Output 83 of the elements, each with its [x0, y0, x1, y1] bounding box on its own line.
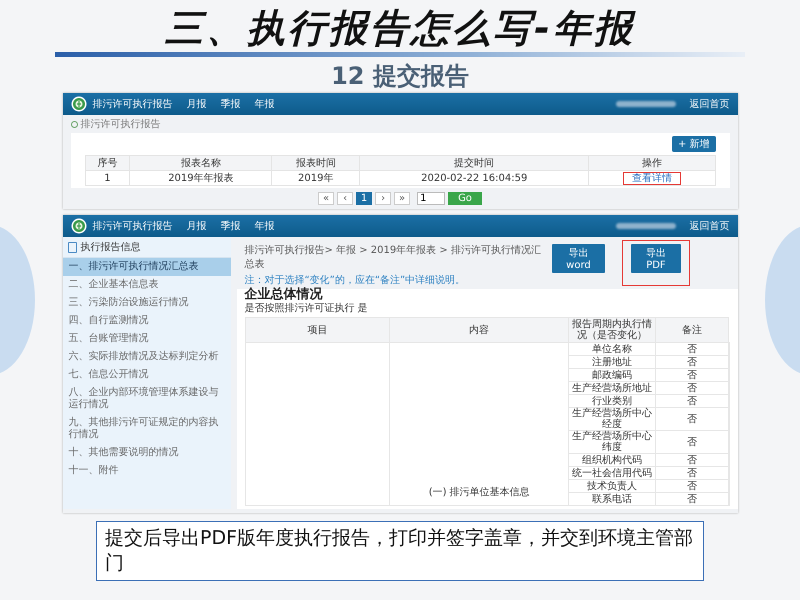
table-cell: 否 — [656, 430, 728, 454]
table-cell: 否 — [656, 394, 728, 408]
table-cell: 2020-02-22 16:04:59 — [360, 170, 589, 186]
page-input[interactable]: 1 — [417, 192, 446, 205]
home-link[interactable]: 返回首页 — [690, 97, 730, 111]
column-header: 备注 — [656, 318, 728, 342]
redacted-username — [616, 101, 676, 107]
page-button[interactable]: › — [375, 192, 392, 205]
sidebar-item[interactable]: 九、其他排污许可证规定的内容执行情况 — [62, 414, 230, 444]
table-cell: 单位名称 — [568, 342, 656, 356]
table-cell: 否 — [656, 466, 728, 480]
nav-link[interactable]: 月报 — [186, 219, 206, 233]
table-cell: 2019年年报表 — [130, 170, 272, 186]
caption-box: 提交后导出PDF版年度执行报告，打印并签字盖章，并交到环境主管部门 — [96, 521, 704, 581]
table-cell: 否 — [656, 382, 728, 394]
sidebar-item[interactable]: 八、企业内部环境管理体系建设与运行情况 — [62, 384, 230, 414]
sidebar-item[interactable]: 十一、附件 — [62, 462, 230, 480]
table-cell: 2019年 — [272, 170, 360, 186]
table-cell: (一) 排污单位基本信息 — [390, 342, 569, 506]
nav-link[interactable]: 月报 — [186, 97, 206, 111]
nav-link[interactable]: 季报 — [220, 97, 240, 111]
export-button[interactable]: 导出PDF — [631, 244, 680, 273]
app-title: 排污许可执行报告 — [92, 220, 172, 233]
page-button[interactable]: 1 — [356, 192, 372, 205]
column-header: 操作 — [588, 156, 715, 170]
column-header: 报表时间 — [272, 156, 360, 170]
sidebar-header: 执行报告信息 — [80, 240, 140, 254]
column-header: 内容 — [390, 318, 569, 342]
sidebar-item[interactable]: 十、其他需要说明的情况 — [62, 444, 230, 462]
sidebar-item[interactable]: 三、污染防治设施运行情况 — [62, 294, 230, 312]
table-cell: 否 — [656, 356, 728, 368]
sidebar-item[interactable]: 七、信息公开情况 — [62, 366, 230, 384]
column-header: 提交时间 — [360, 156, 589, 170]
table-cell: 否 — [656, 480, 728, 492]
breadcrumb: 排污许可执行报告 — [80, 118, 160, 131]
question-text: 是否按照排污许可证执行 是 — [244, 303, 369, 315]
sidebar-item[interactable]: 五、台账管理情况 — [62, 330, 230, 348]
table-cell: 注册地址 — [568, 356, 656, 368]
table-cell: 生产经营场所中心纬度 — [568, 430, 656, 454]
table-cell: 生产经营场所地址 — [568, 382, 656, 394]
table-cell: 1 — [85, 170, 130, 186]
page-button[interactable]: ‹ — [337, 192, 354, 205]
nav-link[interactable]: 季报 — [220, 219, 240, 233]
emblem-icon — [70, 218, 86, 234]
emblem-icon — [70, 96, 86, 112]
go-button[interactable]: Go — [448, 192, 482, 205]
table-cell: 统一社会信用代码 — [568, 466, 656, 480]
column-header: 项目 — [245, 318, 390, 342]
sidebar-item[interactable]: 六、实际排放情况及达标判定分析 — [62, 348, 230, 366]
column-header: 序号 — [85, 156, 130, 170]
column-header: 报表名称 — [130, 156, 272, 170]
sidebar-item[interactable]: 一、排污许可执行情况汇总表 — [62, 258, 230, 276]
column-header: 报告周期内执行情况（是否变化） — [568, 318, 656, 342]
table-cell: 否 — [656, 454, 728, 466]
page-button[interactable]: » — [394, 192, 410, 205]
table-cell: 技术负责人 — [568, 480, 656, 492]
table-cell: 否 — [656, 408, 728, 430]
details-link[interactable]: 查看详情 — [622, 172, 681, 185]
table-cell: 行业类别 — [568, 394, 656, 408]
sidebar-item[interactable]: 二、企业基本信息表 — [62, 276, 230, 294]
nav-link[interactable]: 年报 — [254, 97, 274, 111]
section-title: 企业总体情况 — [244, 287, 324, 302]
table-cell: 否 — [656, 368, 728, 382]
home-link[interactable]: 返回首页 — [690, 219, 730, 233]
table-cell: 否 — [656, 492, 728, 506]
table-cell: 邮政编码 — [568, 368, 656, 382]
slide-title: 三、执行报告怎么写-年报 — [165, 5, 635, 52]
note-text: 注：对于选择“变化”的，应在“备注”中详细说明。 — [244, 275, 466, 287]
app-title: 排污许可执行报告 — [92, 98, 172, 111]
nav-link[interactable]: 年报 — [254, 219, 274, 233]
redacted-username — [616, 223, 676, 229]
add-button[interactable]: + 新增 — [672, 136, 716, 152]
table-cell: 联系电话 — [568, 492, 656, 506]
sidebar-item[interactable]: 四、自行监测情况 — [62, 312, 230, 330]
location-pin-icon — [70, 120, 78, 128]
table-cell: 否 — [656, 342, 728, 356]
table-cell: 组织机构代码 — [568, 454, 656, 466]
breadcrumb: 排污许可执行报告> 年报 > 2019年年报表 > 排污许可执行情况汇总表 — [244, 244, 542, 271]
page-button[interactable]: « — [318, 192, 334, 205]
slide-subtitle: 12 提交报告 — [331, 61, 469, 92]
export-button[interactable]: 导出word — [552, 244, 606, 273]
document-icon — [68, 242, 76, 252]
table-cell: 生产经营场所中心经度 — [568, 408, 656, 430]
